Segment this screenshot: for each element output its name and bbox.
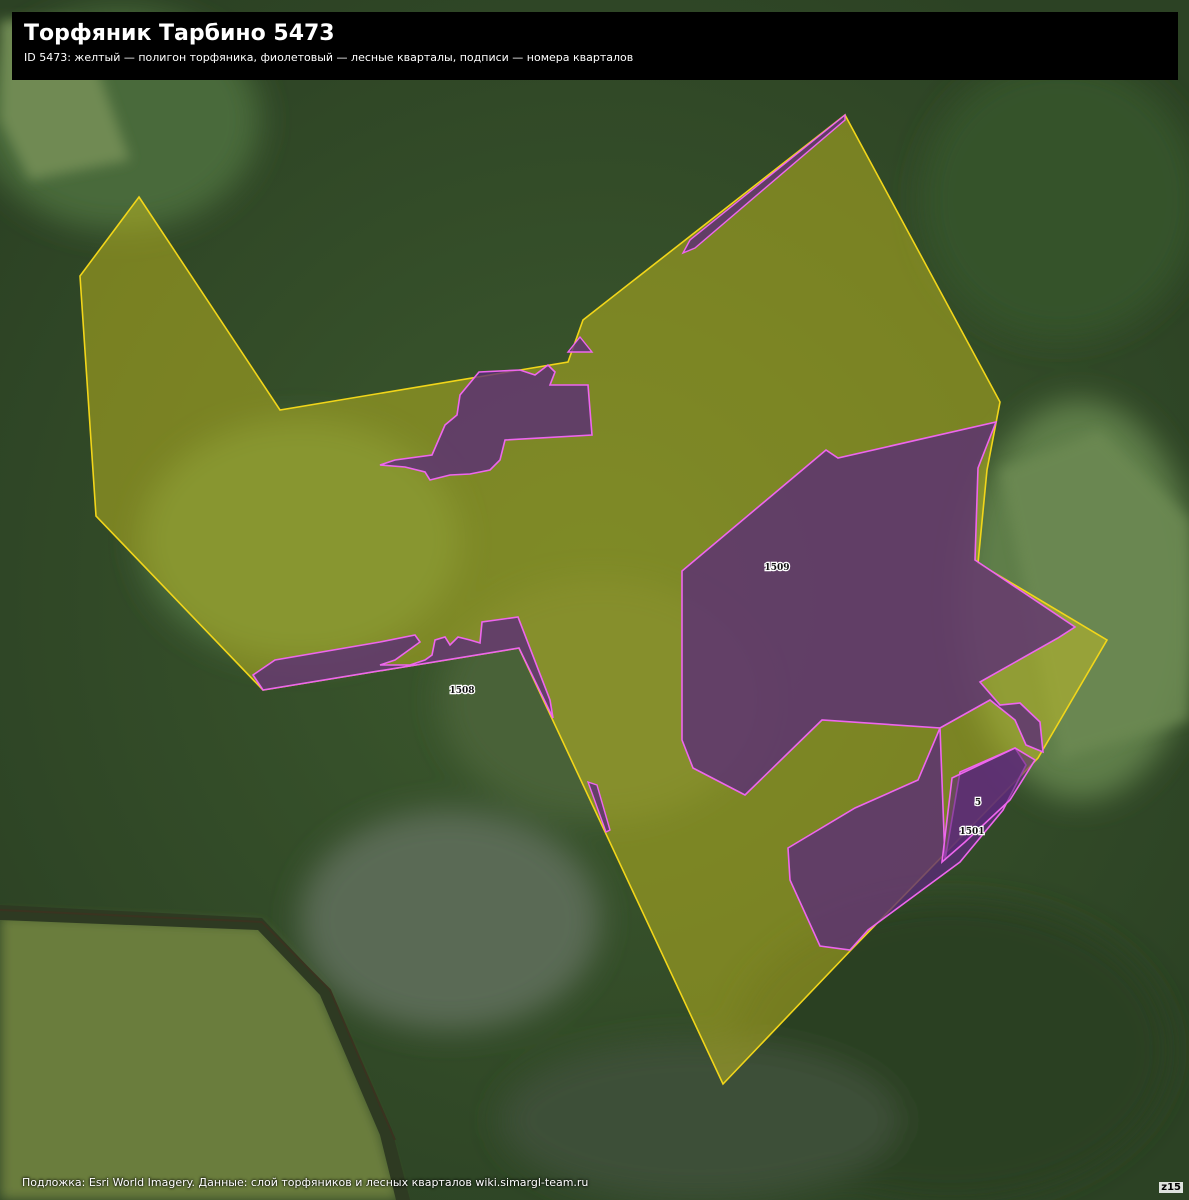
attribution-text: Подложка: Esri World Imagery. Данные: сл… bbox=[22, 1176, 589, 1189]
quarter-label-5: 5 bbox=[975, 798, 981, 808]
quarter-label-1501: 1501 bbox=[959, 827, 984, 837]
title-panel: Торфяник Тарбино 5473 ID 5473: желтый — … bbox=[12, 12, 1178, 80]
page-title: Торфяник Тарбино 5473 bbox=[24, 21, 335, 46]
satellite-map[interactable]: 1509 1508 5 1501 bbox=[0, 0, 1189, 1200]
zoom-level-badge: z15 bbox=[1159, 1182, 1183, 1193]
quarter-label-1509: 1509 bbox=[764, 563, 789, 573]
quarter-label-1508: 1508 bbox=[449, 686, 474, 696]
legend-subtitle: ID 5473: желтый — полигон торфяника, фио… bbox=[24, 51, 634, 64]
